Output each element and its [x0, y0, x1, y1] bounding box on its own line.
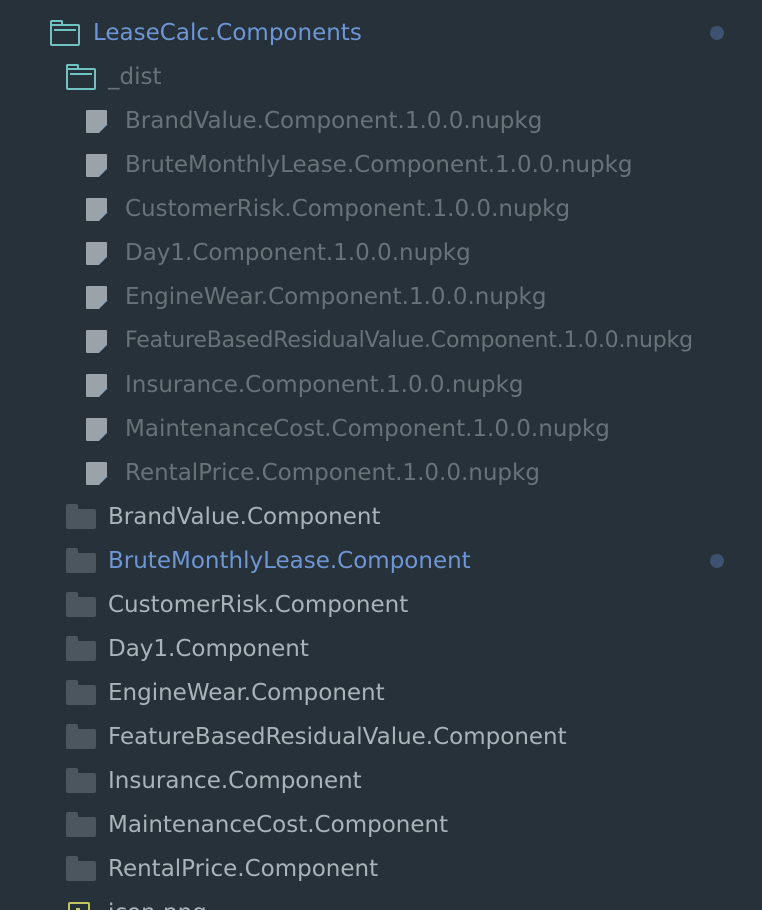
folder-closed-icon	[66, 548, 96, 573]
tree-item-label: CustomerRisk.Component.1.0.0.nupkg	[125, 196, 571, 222]
tree-item-file[interactable]: Day1.Component.1.0.0.nupkg	[0, 231, 762, 275]
tree-item-folder[interactable]: RentalPrice.Component	[0, 847, 762, 891]
tree-item-label: _dist	[108, 64, 162, 90]
tree-item-label: FeatureBasedResidualValue.Component	[108, 724, 567, 750]
tree-item-label: icon.png	[108, 891, 207, 910]
tree-item-folder[interactable]: EngineWear.Component	[0, 671, 762, 715]
tree-item-file[interactable]: EngineWear.Component.1.0.0.nupkg	[0, 275, 762, 319]
tree-item-label: RentalPrice.Component	[108, 856, 379, 882]
package-file-icon	[86, 109, 107, 133]
tree-item-file[interactable]: CustomerRisk.Component.1.0.0.nupkg	[0, 187, 762, 231]
tree-item-label: Day1.Component.1.0.0.nupkg	[125, 240, 471, 266]
modified-dot-icon	[710, 554, 724, 568]
tree-item-label: CustomerRisk.Component	[108, 592, 409, 618]
package-file-icon	[86, 241, 107, 265]
tree-item-file[interactable]: BruteMonthlyLease.Component.1.0.0.nupkg	[0, 143, 762, 187]
tree-item-file[interactable]: MaintenanceCost.Component.1.0.0.nupkg	[0, 407, 762, 451]
folder-closed-icon	[66, 812, 96, 837]
tree-item-leasecalc-components[interactable]: LeaseCalc.Components	[0, 11, 762, 55]
package-file-icon	[86, 285, 107, 309]
tree-item-label: Insurance.Component.1.0.0.nupkg	[125, 372, 524, 398]
package-file-icon	[86, 329, 107, 353]
folder-closed-icon	[66, 592, 96, 617]
package-file-icon	[86, 417, 107, 441]
tree-item-label: EngineWear.Component.1.0.0.nupkg	[125, 284, 547, 310]
tree-item-folder[interactable]: CustomerRisk.Component	[0, 583, 762, 627]
folder-closed-icon	[66, 636, 96, 661]
tree-item-file[interactable]: FeatureBasedResidualValue.Component.1.0.…	[0, 319, 762, 363]
tree-item-label: BruteMonthlyLease.Component.1.0.0.nupkg	[125, 152, 633, 178]
tree-item-label: FeatureBasedResidualValue.Component.1.0.…	[125, 328, 693, 353]
tree-item-folder[interactable]: Insurance.Component	[0, 759, 762, 803]
tree-item-label: Day1.Component	[108, 636, 309, 662]
tree-item-folder[interactable]: BrandValue.Component	[0, 495, 762, 539]
package-file-icon	[86, 461, 107, 485]
tree-item-file[interactable]: icon.png	[0, 891, 762, 910]
tree-item-dist[interactable]: _dist	[0, 55, 762, 99]
folder-open-icon	[66, 64, 96, 90]
package-file-icon	[86, 153, 107, 177]
tree-item-label: LeaseCalc.Components	[93, 20, 362, 46]
folder-closed-icon	[66, 680, 96, 705]
tree-item-label: Insurance.Component	[108, 768, 362, 794]
tree-item-label: EngineWear.Component	[108, 680, 385, 706]
tree-item-file[interactable]: Insurance.Component.1.0.0.nupkg	[0, 363, 762, 407]
folder-closed-icon	[66, 856, 96, 881]
tree-item-label: MaintenanceCost.Component.1.0.0.nupkg	[125, 416, 610, 442]
tree-item-label: BrandValue.Component	[108, 504, 381, 530]
file-explorer-tree: LeaseCalc.Components _dist BrandValue.Co…	[0, 0, 762, 910]
tree-item-label: RentalPrice.Component.1.0.0.nupkg	[125, 460, 540, 486]
tree-item-label: MaintenanceCost.Component	[108, 812, 449, 838]
folder-open-icon	[50, 20, 80, 46]
image-file-icon	[68, 902, 90, 910]
folder-closed-icon	[66, 768, 96, 793]
tree-item-label: BrandValue.Component.1.0.0.nupkg	[125, 108, 543, 134]
tree-item-file[interactable]: BrandValue.Component.1.0.0.nupkg	[0, 99, 762, 143]
folder-closed-icon	[66, 504, 96, 529]
tree-item-label: BruteMonthlyLease.Component	[108, 548, 471, 574]
tree-item-folder[interactable]: MaintenanceCost.Component	[0, 803, 762, 847]
modified-dot-icon	[710, 26, 724, 40]
tree-item-folder[interactable]: Day1.Component	[0, 627, 762, 671]
folder-closed-icon	[66, 724, 96, 749]
tree-item-folder[interactable]: BruteMonthlyLease.Component	[0, 539, 762, 583]
package-file-icon	[86, 197, 107, 221]
tree-item-file[interactable]: RentalPrice.Component.1.0.0.nupkg	[0, 451, 762, 495]
package-file-icon	[86, 373, 107, 397]
tree-item-folder[interactable]: FeatureBasedResidualValue.Component	[0, 715, 762, 759]
